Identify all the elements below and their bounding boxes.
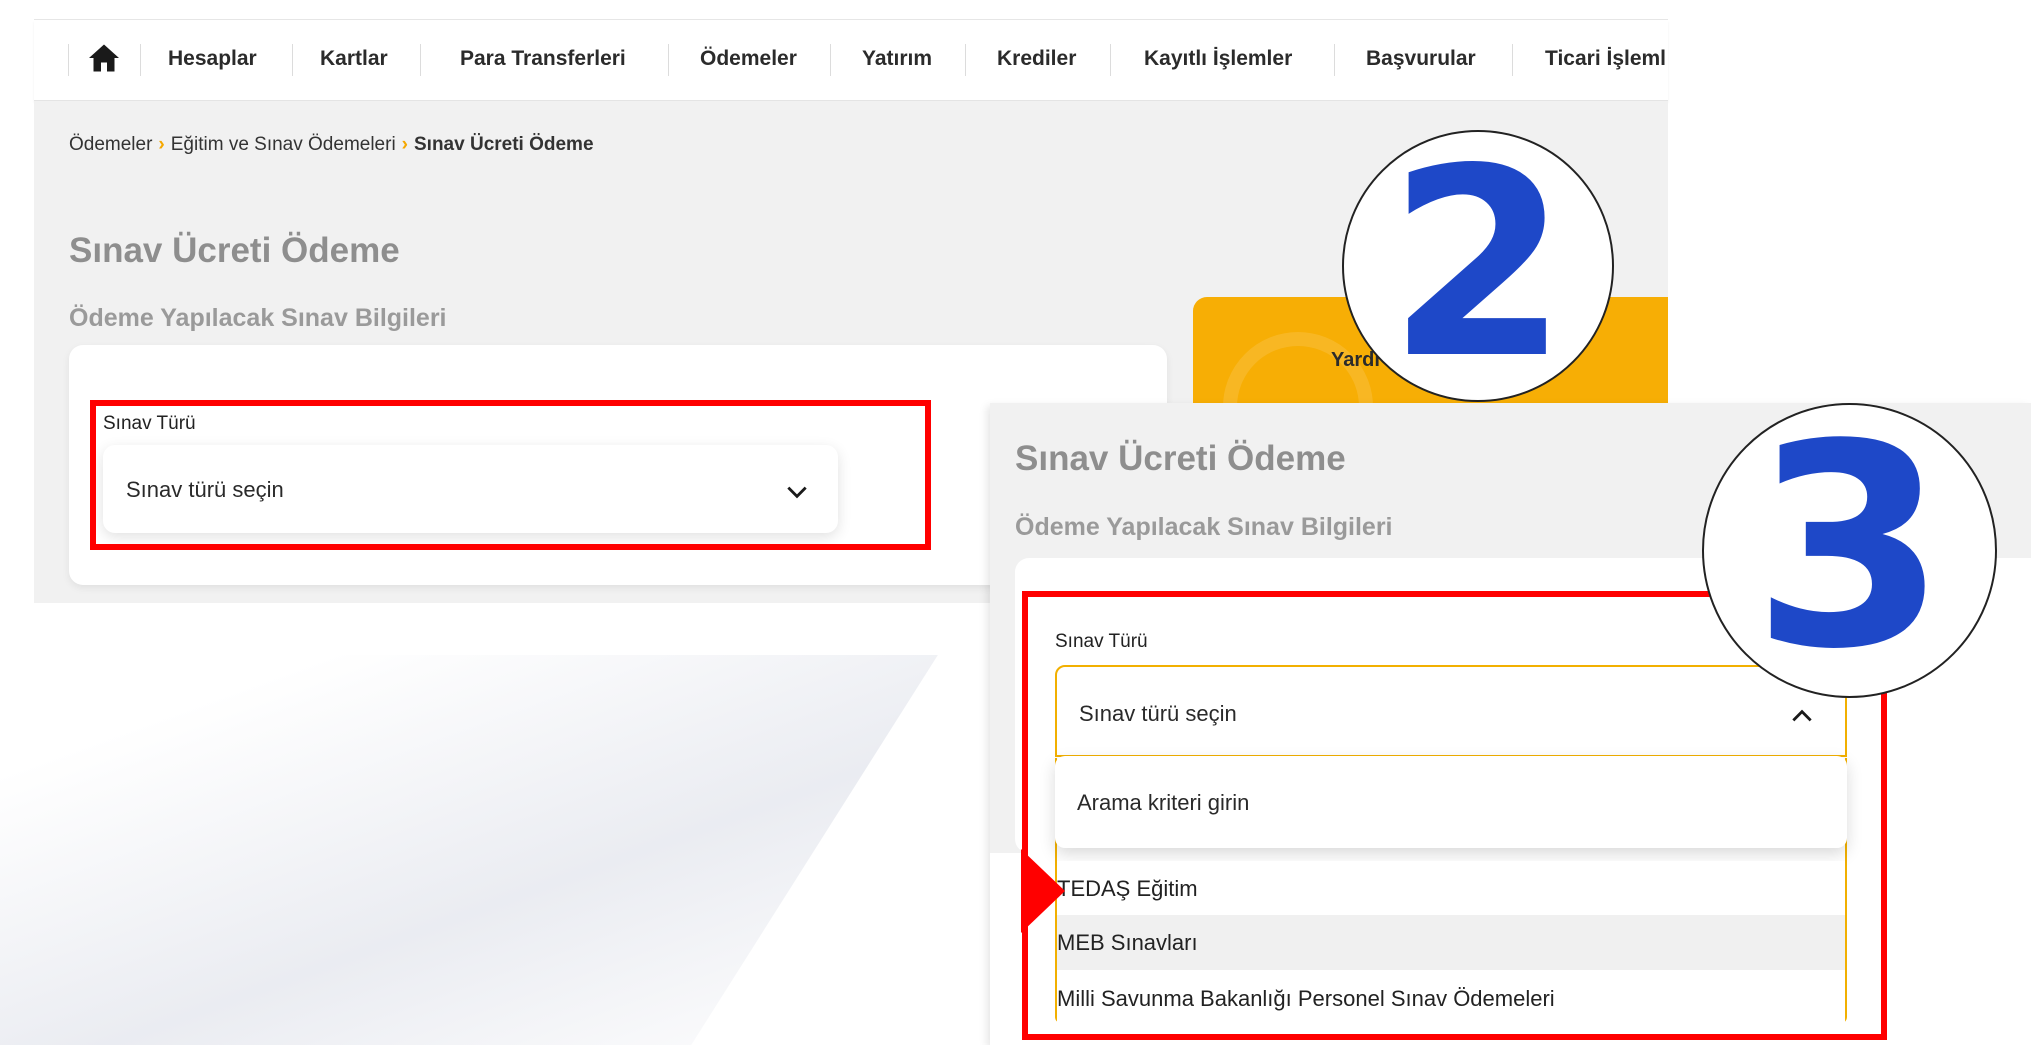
breadcrumb: Ödemeler › Eğitim ve Sınav Ödemeleri › Sınav… <box>69 134 594 156</box>
breadcrumb-current: Sınav Ücreti Ödeme <box>414 134 594 155</box>
nav-separator <box>420 44 421 76</box>
chevron-right-icon: › <box>158 134 165 155</box>
breadcrumb-item-odemeler[interactable]: Ödemeler <box>69 134 152 155</box>
nav-item-krediler[interactable]: Krediler <box>997 47 1076 71</box>
page-title: Sınav Ücreti Ödeme <box>1015 439 1346 478</box>
section-title: Ödeme Yapılacak Sınav Bilgileri <box>1015 513 1393 541</box>
chevron-right-icon: › <box>401 134 408 155</box>
nav-separator <box>830 44 831 76</box>
nav-item-kayitli-islemler[interactable]: Kayıtlı İşlemler <box>1144 47 1292 71</box>
nav-separator <box>1110 44 1111 76</box>
screenshot-step-3: Sınav Ücreti Ödeme Ödeme Yapılacak Sınav… <box>990 403 2031 1045</box>
nav-separator <box>1512 44 1513 76</box>
nav-separator <box>68 44 69 76</box>
nav-item-basvurular[interactable]: Başvurular <box>1366 47 1476 71</box>
nav-separator <box>668 44 669 76</box>
nav-item-odemeler[interactable]: Ödemeler <box>700 47 797 71</box>
breadcrumb-item-egitim[interactable]: Eğitim ve Sınav Ödemeleri <box>171 134 396 155</box>
step-badge-2: 2 <box>1342 130 1614 402</box>
nav-item-yatirim[interactable]: Yatırım <box>862 47 932 71</box>
highlight-box <box>90 400 931 550</box>
background-sweep <box>0 620 960 1045</box>
nav-separator <box>292 44 293 76</box>
nav-item-ticari-islemler[interactable]: Ticari İşleml <box>1545 47 1666 71</box>
nav-separator <box>965 44 966 76</box>
nav-separator <box>140 44 141 76</box>
nav-separator <box>1334 44 1335 76</box>
nav-item-para-transferleri[interactable]: Para Transferleri <box>460 47 626 71</box>
pointer-arrow <box>1021 849 1065 933</box>
step-badge-3: 3 <box>1702 403 1997 698</box>
home-icon[interactable] <box>86 40 122 76</box>
nav-item-hesaplar[interactable]: Hesaplar <box>168 47 257 71</box>
nav-item-kartlar[interactable]: Kartlar <box>320 47 388 71</box>
section-title: Ödeme Yapılacak Sınav Bilgileri <box>69 304 447 332</box>
page-title: Sınav Ücreti Ödeme <box>69 231 400 270</box>
